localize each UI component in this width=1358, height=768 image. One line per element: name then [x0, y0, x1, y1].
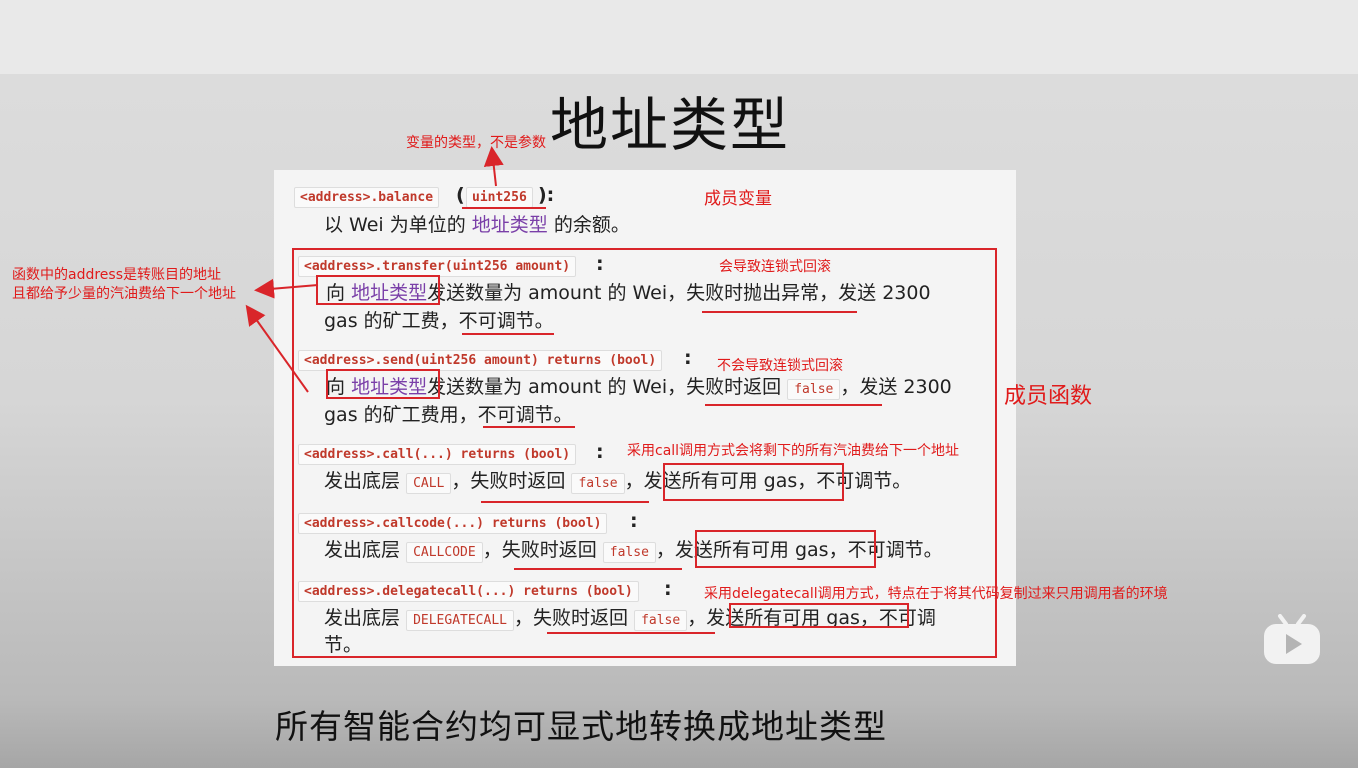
- transfer-arrow: [254, 278, 319, 299]
- send-arrow: [245, 304, 309, 393]
- annotation-arrows: [245, 146, 504, 393]
- footer-text: 所有智能合约均可显式地转换成地址类型: [275, 707, 887, 746]
- bilibili-tv-icon[interactable]: [1262, 614, 1322, 666]
- type-note-arrow: [483, 146, 504, 187]
